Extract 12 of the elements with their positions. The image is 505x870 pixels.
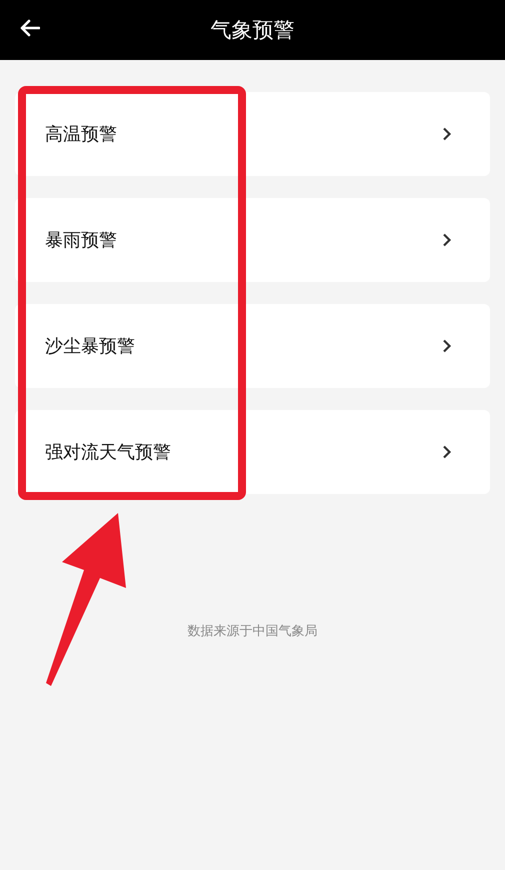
list-item[interactable]: 强对流天气预警 xyxy=(15,410,490,494)
chevron-right-icon xyxy=(442,445,452,459)
back-arrow-icon xyxy=(20,19,40,37)
source-note: 数据来源于中国气象局 xyxy=(186,623,318,640)
list-item[interactable]: 高温预警 xyxy=(15,92,490,176)
back-button[interactable] xyxy=(20,19,40,37)
chevron-right-icon xyxy=(442,339,452,353)
list-item[interactable]: 暴雨预警 xyxy=(15,198,490,282)
window-title: 气象预警 xyxy=(210,17,294,44)
list-item[interactable]: 沙尘暴预警 xyxy=(15,304,490,388)
chevron-right-icon xyxy=(442,233,452,247)
chevron-right-icon xyxy=(442,127,452,141)
